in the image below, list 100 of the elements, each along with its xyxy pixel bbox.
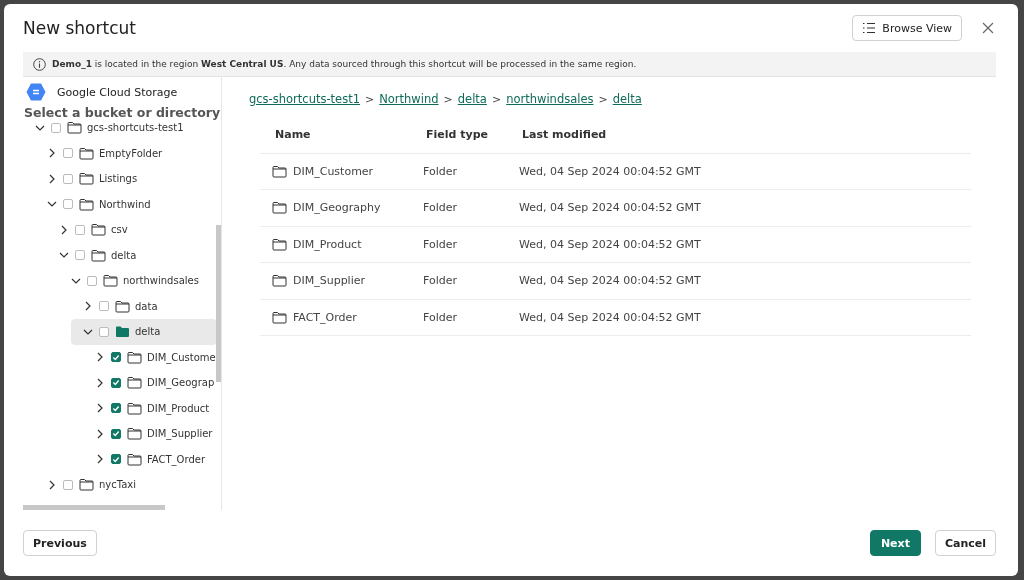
chevron-right-icon[interactable] [47,173,57,184]
table-cell-text: Wed, 04 Sep 2024 00:04:52 GMT [519,237,702,251]
tree-item[interactable]: DIM_Custome [83,344,217,370]
folder-icon [127,427,142,441]
close-icon[interactable] [982,22,994,34]
breadcrumb-separator: > [491,92,502,106]
folder-icon [91,223,106,237]
table-cell-text: Folder [423,274,458,288]
breadcrumb-link[interactable]: delta [457,92,487,106]
chevron-right-icon[interactable] [95,403,105,414]
list-icon [862,22,877,34]
chevron-right-icon[interactable] [95,428,105,439]
tree-item-label: DIM_Product [147,402,210,414]
column-header[interactable]: Field type [426,128,522,142]
tree-item[interactable]: northwindsales [59,268,217,294]
table-cell-text: Folder [423,237,458,251]
breadcrumb-separator: > [365,92,375,106]
tree-item-label: Listings [99,173,138,185]
folder-icon [127,376,142,390]
checkbox[interactable] [87,275,97,286]
breadcrumb-link[interactable]: gcs-shortcuts-test1 [249,92,360,106]
column-header[interactable]: Name [275,128,426,142]
breadcrumb-separator: > [598,92,608,106]
tree-item-label: csv [111,224,128,236]
tree-item-label: data [135,300,158,312]
tree-item[interactable]: DIM_Product [83,395,217,421]
tree-item[interactable]: data [71,293,217,319]
folder-icon [272,201,287,215]
chevron-right-icon[interactable] [47,148,57,159]
tree-item-label: nycTaxi [99,479,137,491]
chevron-right-icon[interactable] [47,479,57,490]
folder-icon [79,146,94,160]
scrollbar[interactable] [23,505,165,510]
folder-icon [115,299,130,313]
tree-item-label: FACT_Order [147,453,205,465]
previous-button[interactable]: Previous [23,530,97,556]
tree-item-label: delta [111,249,137,261]
checkbox[interactable] [111,352,121,363]
table-cell-text: Wed, 04 Sep 2024 00:04:52 GMT [519,274,702,288]
cancel-button[interactable]: Cancel [934,530,996,556]
table-cell: FACT_Order [293,310,357,324]
chevron-right-icon[interactable] [83,301,93,312]
dialog-title: New shortcut [23,18,136,38]
source-name: Google Cloud Storage [57,85,178,99]
tree-item[interactable]: delta [47,242,217,268]
tree-item[interactable]: DIM_Geograp [83,370,217,396]
tree-item[interactable]: nycTaxi [35,472,217,498]
column-header[interactable]: Last modified [522,128,971,142]
tree-item[interactable]: Northwind [35,191,217,217]
next-button[interactable]: Next [869,530,921,556]
tree-item[interactable]: EmptyFolder [35,140,217,166]
folder-icon [127,401,142,415]
folder-icon [91,248,106,262]
tree-item[interactable]: csv [47,217,217,243]
tree-item[interactable]: delta [71,319,217,345]
breadcrumb-separator: > [443,92,453,106]
tree-item-label: DIM_Custome [147,351,216,363]
checkbox[interactable] [63,173,73,184]
chevron-right-icon[interactable] [59,224,69,235]
checkbox[interactable] [63,148,73,159]
checkbox[interactable] [63,479,73,490]
folder-icon [272,237,287,251]
tree-item[interactable]: DIM_Supplier [83,421,217,447]
tree-item-label: gcs-shortcuts-test1 [87,122,184,134]
breadcrumb-link[interactable]: Northwind [379,92,439,106]
table-cell-text: Folder [423,164,458,178]
storage-icon [26,83,46,101]
folder-icon [103,274,118,288]
browse-view-button[interactable]: Browse View [852,15,962,41]
folder-icon [79,478,94,492]
checkbox[interactable] [63,199,73,210]
folder-icon [127,452,142,466]
checkbox[interactable] [51,122,61,133]
table-cell-text: Wed, 04 Sep 2024 00:04:52 GMT [519,164,702,178]
chevron-right-icon[interactable] [95,352,105,363]
table-cell: DIM_Supplier [293,274,366,288]
folder-icon [67,121,82,135]
chevron-right-icon[interactable] [95,454,105,465]
folder-icon [79,197,94,211]
checkbox[interactable] [111,403,121,414]
checkbox[interactable] [75,250,85,261]
checkbox[interactable] [99,301,109,312]
chevron-right-icon[interactable] [95,377,105,388]
checkbox[interactable] [75,224,85,235]
checkbox[interactable] [99,326,109,337]
folder-icon [115,325,130,339]
folder-icon [272,164,287,178]
breadcrumb-link[interactable]: delta [612,92,642,106]
table-cell-text: Folder [423,310,458,324]
checkbox[interactable] [111,428,121,439]
scrollbar[interactable] [216,225,221,382]
tree-prompt: Select a bucket or directory [23,105,221,121]
table-cell: DIM_Geography [293,201,381,215]
breadcrumb-link[interactable]: northwindsales [506,92,594,106]
info-text: Demo_1 is located in the region West Central US. Any data sourced through this shortcut will be processed in the same region. [52,59,637,69]
tree-item[interactable]: FACT_Order [83,446,217,472]
info-icon [33,57,46,71]
checkbox[interactable] [111,454,121,465]
checkbox[interactable] [111,377,121,388]
tree-item[interactable]: Listings [35,166,217,192]
